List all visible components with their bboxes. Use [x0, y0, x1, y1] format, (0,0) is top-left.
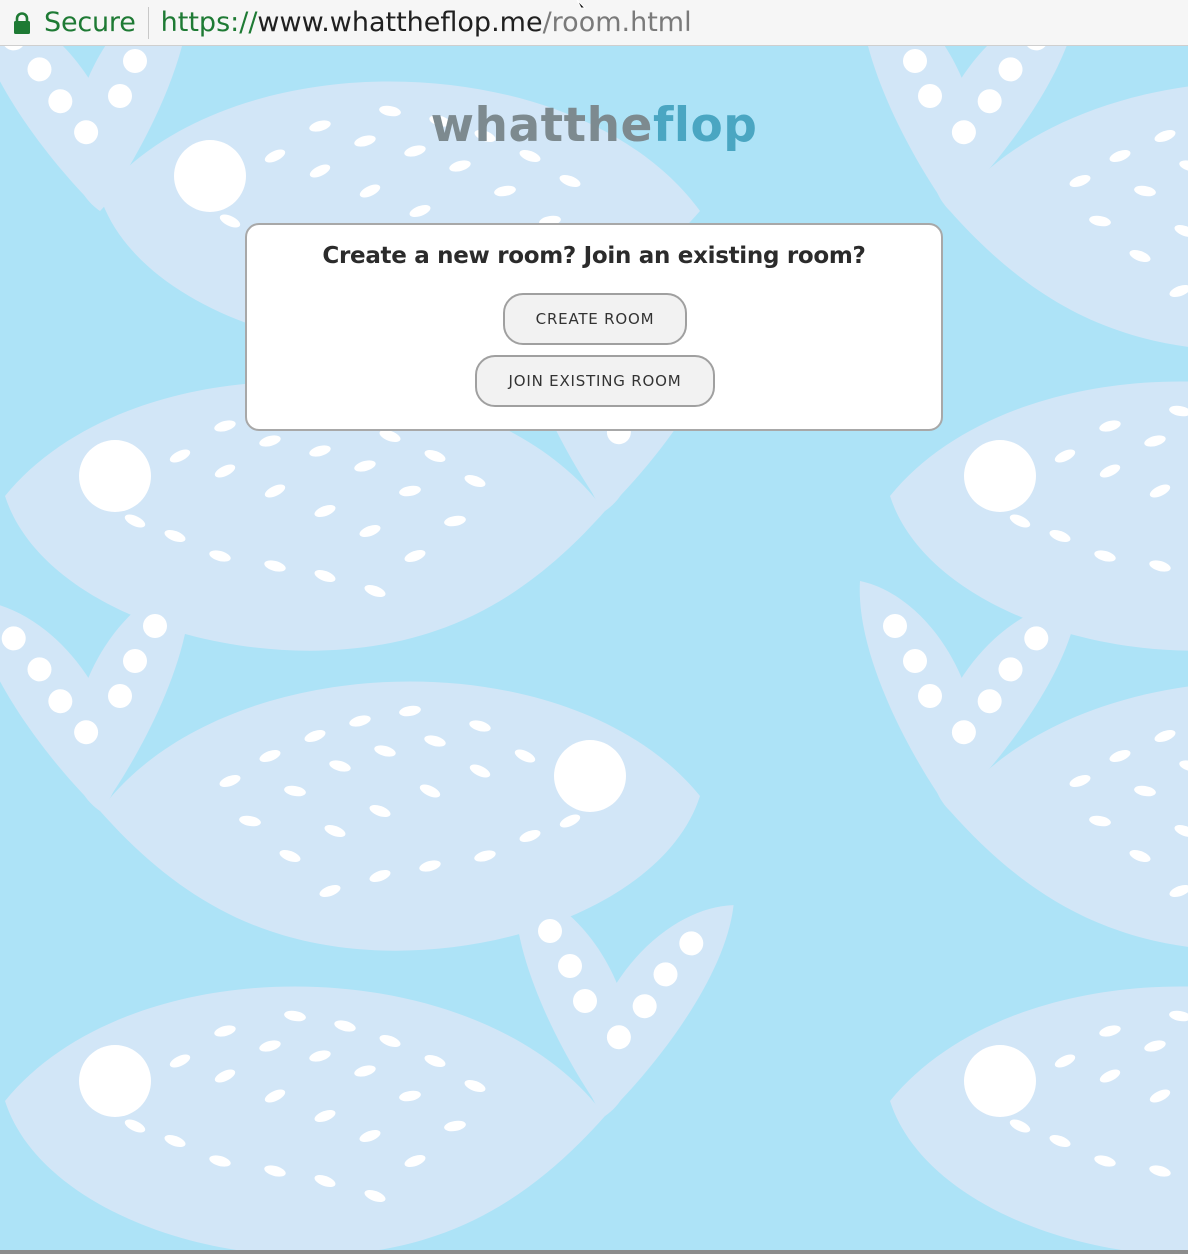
url-scheme: https:// — [160, 7, 258, 38]
mouse-cursor-icon — [576, 0, 587, 9]
join-existing-room-button[interactable]: JOIN EXISTING ROOM — [475, 355, 715, 407]
logo-part-what: whatthe — [430, 98, 653, 153]
security-label: Secure — [44, 7, 136, 38]
room-prompt-title: Create a new room? Join an existing room… — [322, 243, 866, 269]
create-room-button[interactable]: CREATE ROOM — [503, 293, 687, 345]
address-bar[interactable]: Secure https://www.whattheflop.me/room.h… — [0, 0, 1188, 46]
address-separator — [147, 6, 149, 39]
room-choice-card: Create a new room? Join an existing room… — [245, 223, 943, 431]
fish-shape — [890, 986, 1188, 1254]
page-body: whattheflop Create a new room? Join an e… — [0, 46, 1188, 1254]
page-bottom-border — [0, 1250, 1188, 1254]
fish-shape — [100, 681, 700, 951]
lock-icon — [14, 11, 30, 34]
logo-part-flop: flop — [652, 98, 758, 153]
site-logo[interactable]: whattheflop — [0, 98, 1188, 153]
url-text[interactable]: https://www.whattheflop.me/room.html — [161, 7, 692, 38]
url-host: www.whattheflop.me — [257, 7, 543, 38]
fish-shape — [5, 986, 605, 1254]
url-path: /room.html — [542, 7, 692, 38]
